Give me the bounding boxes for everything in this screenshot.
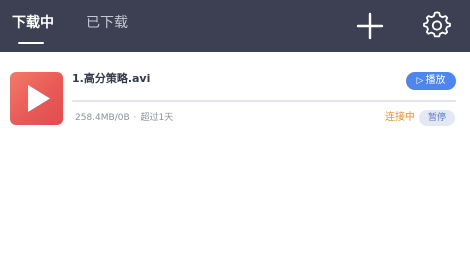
download-item[interactable]: 1.高分策略.avi ▷ 播放 258.4MB/0B · 超过1天 连接中 暂停 (0, 52, 470, 132)
meta-separator: · (133, 113, 137, 123)
play-triangle-icon (28, 85, 50, 112)
plus-icon[interactable] (356, 12, 384, 40)
gear-icon[interactable] (423, 11, 451, 39)
tab-downloading[interactable]: 下载中 (12, 14, 54, 32)
connection-status: 连接中 (385, 112, 415, 123)
active-tab-indicator (18, 42, 44, 44)
file-meta: 258.4MB/0B · 超过1天 (75, 112, 173, 124)
file-size: 258.4MB/0B (75, 113, 130, 123)
elapsed-time: 超过1天 (140, 113, 174, 123)
file-name: 1.高分策略.avi (72, 72, 151, 85)
tab-downloaded[interactable]: 已下载 (86, 14, 128, 32)
play-outline-icon: ▷ (416, 76, 424, 86)
top-navigation-bar: 下载中 已下载 (0, 0, 470, 52)
pause-button[interactable]: 暂停 (419, 110, 455, 126)
download-progress-bar (72, 100, 456, 102)
video-thumbnail[interactable] (10, 72, 63, 125)
play-button-label: 播放 (425, 75, 446, 86)
play-button[interactable]: ▷ 播放 (406, 72, 456, 90)
